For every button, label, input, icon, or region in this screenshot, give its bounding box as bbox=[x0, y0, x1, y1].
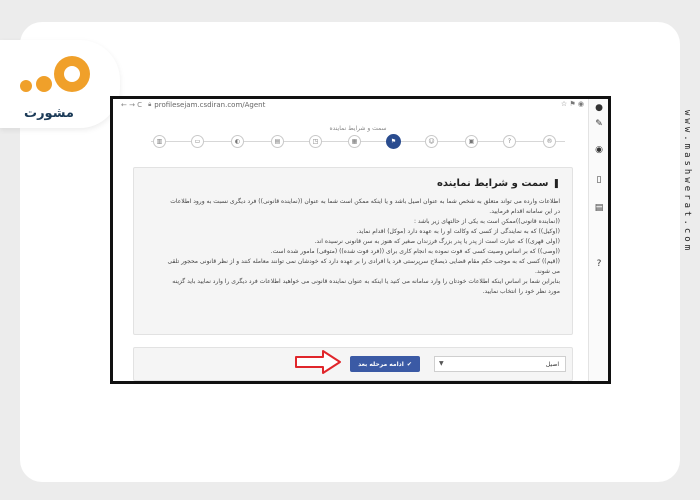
info-line: ((نماینده قانونی))ممکن است به یکی از حال… bbox=[413, 218, 560, 225]
info-line: می شوند. bbox=[535, 268, 560, 275]
avatar-icon[interactable]: ● bbox=[589, 103, 608, 113]
step-money-icon[interactable]: ◐ bbox=[231, 135, 244, 148]
step-graduation-icon[interactable]: ▦ bbox=[348, 135, 361, 148]
brand-logo: مشورت bbox=[0, 40, 120, 128]
info-line: ((وصی)) که بر اساس وصیت کسی که فوت نموده… bbox=[270, 248, 560, 255]
edit-icon[interactable]: ✎ bbox=[589, 119, 608, 129]
info-title-row: ❚ سمت و شرایط نماینده bbox=[146, 178, 560, 189]
browser-window: ← → C 🔒︎ profilesejam.csdiran.com/Agent … bbox=[110, 96, 611, 384]
progress-stepper: سمت و شرایط نماینده ® ? ▣ ☺ ⚑ ▦ ◳ ▤ ◐ ▭ … bbox=[143, 121, 573, 149]
browser-nav-buttons[interactable]: ← → C bbox=[121, 101, 142, 109]
logo-text: مشورت bbox=[24, 106, 74, 121]
next-step-button[interactable]: ادامه مرحله بعد ✔ bbox=[350, 356, 420, 372]
pointer-arrow-annotation bbox=[295, 350, 341, 374]
info-line: در این سامانه اقدام فرمایید. bbox=[489, 208, 560, 215]
mobile-icon[interactable]: ▯ bbox=[589, 175, 608, 185]
url-text[interactable]: profilesejam.csdiran.com/Agent bbox=[154, 101, 265, 109]
step-document-icon[interactable]: ▥ bbox=[153, 135, 166, 148]
bookmark-icon: ❚ bbox=[552, 178, 560, 189]
step-briefcase-icon[interactable]: ▤ bbox=[271, 135, 284, 148]
info-line: ((قیم)) کسی که به موجب حکم مقام قضایی ذی… bbox=[167, 258, 560, 265]
step-credit-card-icon[interactable]: ▭ bbox=[191, 135, 204, 148]
info-line: اطلاعات وارده می تواند متعلق به شخص شما … bbox=[170, 198, 560, 205]
document-icon[interactable]: ▤ bbox=[589, 203, 608, 213]
check-icon: ✔ bbox=[406, 360, 412, 368]
step-question-icon[interactable]: ? bbox=[503, 135, 516, 148]
next-step-label: ادامه مرحله بعد bbox=[358, 360, 404, 368]
eye-icon[interactable]: ◉ bbox=[589, 145, 608, 155]
chevron-down-icon: ▼ bbox=[439, 360, 444, 367]
step-person-icon[interactable]: ☺ bbox=[425, 135, 438, 148]
step-registered-icon[interactable]: ® bbox=[543, 135, 556, 148]
info-line: ((ولی قهری)) که عبارت است از پدر یا پدر … bbox=[314, 238, 560, 245]
side-watermark-url: www.mashwerat.com bbox=[682, 110, 692, 254]
logo-mark-icon bbox=[20, 56, 90, 92]
side-toolbar: ● ✎ ◉ ▯ ▤ ? bbox=[588, 99, 608, 381]
browser-actions-icons[interactable]: ☆ ⚑ ◉ bbox=[561, 100, 584, 108]
lock-icon: 🔒︎ bbox=[148, 101, 152, 108]
info-title: سمت و شرایط نماینده bbox=[436, 178, 549, 189]
address-bar[interactable]: ← → C 🔒︎ profilesejam.csdiran.com/Agent … bbox=[113, 99, 588, 111]
step-agent-bookmark-icon[interactable]: ⚑ bbox=[386, 134, 401, 149]
help-icon[interactable]: ? bbox=[589, 259, 608, 269]
info-line: مورد نظر خود را انتخاب نمایید. bbox=[482, 288, 560, 295]
info-line: بنابراین شما بر اساس اینکه اطلاعات خودتا… bbox=[172, 278, 560, 285]
action-panel: اصیل ▼ ادامه مرحله بعد ✔ bbox=[133, 347, 573, 381]
active-step-caption: سمت و شرایط نماینده bbox=[329, 125, 387, 132]
agent-type-select[interactable]: اصیل ▼ bbox=[434, 356, 566, 372]
step-bank-icon[interactable]: ◳ bbox=[309, 135, 322, 148]
step-card-icon[interactable]: ▣ bbox=[465, 135, 478, 148]
agent-info-panel: ❚ سمت و شرایط نماینده اطلاعات وارده می ت… bbox=[133, 167, 573, 335]
info-line: ((وکیل)) که به نمایندگی از کسی که وکالت … bbox=[356, 228, 560, 235]
agent-type-selected-value: اصیل bbox=[545, 360, 559, 368]
